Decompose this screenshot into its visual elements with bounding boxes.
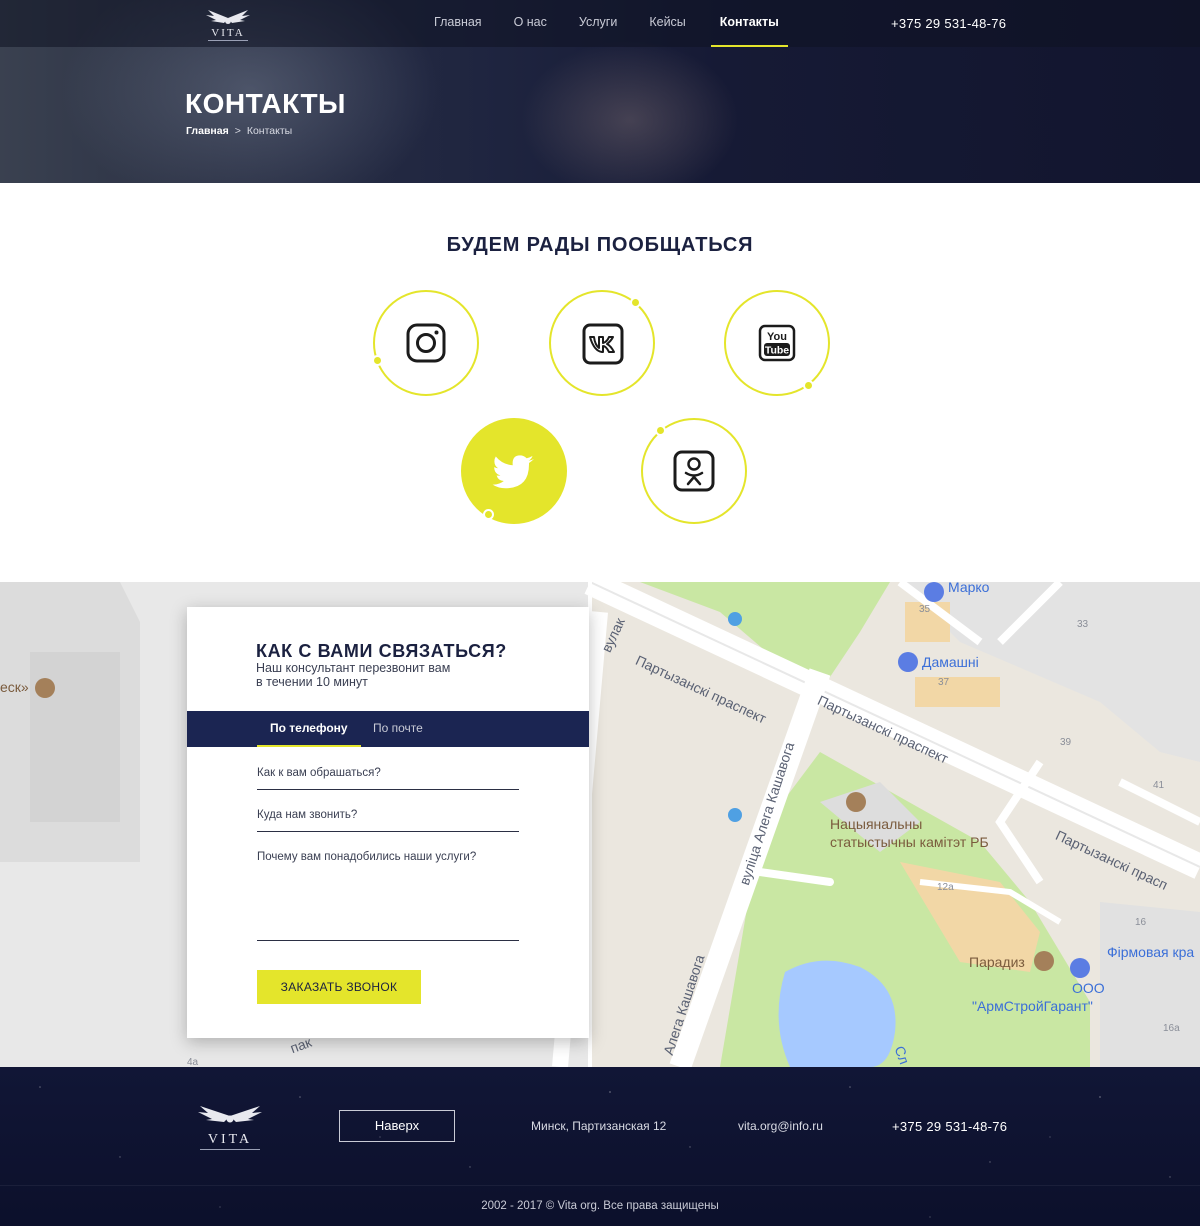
svg-text:You: You	[767, 331, 787, 343]
logo[interactable]: VITA	[198, 4, 258, 44]
nav-contacts[interactable]: Контакты	[710, 0, 788, 47]
form-subtitle-line: Наш консультант перезвонит вам	[256, 661, 451, 675]
name-field[interactable]: Как к вам обрашаться?	[257, 767, 519, 790]
eagle-logo-icon: VITA	[198, 1106, 262, 1150]
map-label: Парадиз	[969, 954, 1025, 970]
instagram-button[interactable]	[372, 290, 479, 396]
tab-phone[interactable]: По телефону	[257, 711, 361, 747]
odnoklassniki-icon	[673, 450, 715, 492]
breadcrumb-current: Контакты	[246, 125, 293, 137]
odnoklassniki-button[interactable]	[641, 418, 747, 524]
page-title: КОНТАКТЫ	[185, 88, 346, 119]
form-title: КАК С ВАМИ СВЯЗАТЬСЯ?	[256, 641, 507, 661]
map-label: статыстычны камітэт РБ	[830, 834, 989, 850]
decorative-dot	[483, 509, 494, 520]
map-label: ООО	[1072, 980, 1105, 996]
decorative-dot	[803, 380, 814, 391]
youtube-icon: You Tube	[758, 324, 796, 362]
eagle-logo-icon: VITA	[206, 10, 250, 41]
top-navigation-bar: VITA Главная О нас Услуги Кейсы Контакты…	[0, 0, 1200, 47]
map-label: "АрмСтройГарант"	[972, 998, 1093, 1014]
landmark-pin-icon[interactable]	[846, 792, 866, 812]
decorative-dot	[655, 425, 666, 436]
footer-phone[interactable]: +375 29 531-48-76	[892, 1119, 1007, 1134]
decorative-dot	[630, 297, 641, 308]
request-call-button[interactable]: ЗАКАЗАТЬ ЗВОНОК	[257, 970, 421, 1004]
breadcrumb-separator: >	[234, 125, 241, 137]
building-number: 16	[1135, 917, 1147, 928]
hero-background-shape	[520, 40, 740, 183]
scroll-to-top-button[interactable]: Наверх	[339, 1110, 455, 1142]
footer-address: Минск, Партизанская 12	[531, 1119, 667, 1133]
vk-icon	[582, 323, 624, 365]
instagram-icon	[406, 323, 446, 363]
map-label: еск»	[0, 679, 29, 695]
footer-divider	[0, 1185, 1200, 1186]
shop-pin-icon[interactable]	[898, 652, 918, 672]
building-number: 41	[1153, 780, 1165, 791]
footer-logo[interactable]: VITA	[194, 1100, 266, 1154]
social-section-title: БУДЕМ РАДЫ ПООБЩАТЬСЯ	[446, 234, 754, 256]
building-number: 4а	[187, 1057, 199, 1067]
place-pin-icon[interactable]	[1034, 951, 1054, 971]
map-label: Дамашні	[922, 654, 979, 670]
building-number: 12а	[937, 882, 954, 893]
copyright: 2002 - 2017 © Vita org. Все права защище…	[481, 1200, 719, 1212]
map-label: Фірмовая кра	[1107, 944, 1195, 960]
svg-text:VITA: VITA	[208, 1132, 252, 1147]
shop-pin-icon[interactable]	[924, 582, 944, 602]
footer-email[interactable]: vita.org@info.ru	[738, 1119, 823, 1133]
breadcrumb: Главная > Контакты	[186, 125, 292, 137]
building-number: 37	[938, 677, 950, 688]
tab-email[interactable]: По почте	[373, 711, 423, 747]
footer: VITA Наверх Минск, Партизанская 12 vita.…	[0, 1067, 1200, 1226]
decorative-dot	[372, 355, 383, 366]
building-number: 39	[1060, 737, 1072, 748]
twitter-button[interactable]	[461, 418, 567, 524]
map-label: Марко	[948, 582, 990, 595]
twitter-icon	[492, 455, 534, 489]
shop-pin-icon[interactable]	[1070, 958, 1090, 978]
transit-stop-icon[interactable]	[728, 612, 742, 626]
building-number: 16а	[1163, 1023, 1180, 1034]
svg-text:Tube: Tube	[765, 345, 789, 357]
form-subtitle-line: в течении 10 минут	[256, 675, 368, 689]
header-phone[interactable]: +375 29 531-48-76	[891, 16, 1006, 31]
nav-about[interactable]: О нас	[498, 0, 563, 47]
main-nav: Главная О нас Услуги Кейсы Контакты	[418, 0, 788, 47]
building-number: 33	[1077, 619, 1089, 630]
contact-method-tabs: По телефону По почте	[187, 711, 589, 747]
svg-text:VITA: VITA	[211, 27, 244, 39]
phone-field[interactable]: Куда нам звонить?	[257, 809, 519, 832]
map-label: Нацыянальны	[830, 816, 923, 832]
transit-stop-icon[interactable]	[728, 808, 742, 822]
callback-form-card: КАК С ВАМИ СВЯЗАТЬСЯ? Наш консультант пе…	[187, 607, 589, 1038]
reason-textarea[interactable]: Почему вам понадобились наши услуги?	[257, 851, 519, 941]
form-subtitle: Наш консультант перезвонит вам в течении…	[256, 661, 496, 689]
map-graphics	[0, 582, 1200, 1067]
youtube-button[interactable]: You Tube	[724, 290, 830, 396]
vk-button[interactable]	[549, 290, 655, 396]
hero-banner: VITA Главная О нас Услуги Кейсы Контакты…	[0, 0, 1200, 183]
breadcrumb-home[interactable]: Главная	[186, 125, 229, 137]
nav-services[interactable]: Услуги	[563, 0, 633, 47]
place-pin-icon[interactable]	[35, 678, 55, 698]
nav-cases[interactable]: Кейсы	[633, 0, 701, 47]
map[interactable]: еск» вулак пак Марко 35 33 Дамашні 37 39…	[0, 582, 1200, 1067]
nav-home[interactable]: Главная	[418, 0, 498, 47]
building-number: 35	[919, 604, 931, 615]
